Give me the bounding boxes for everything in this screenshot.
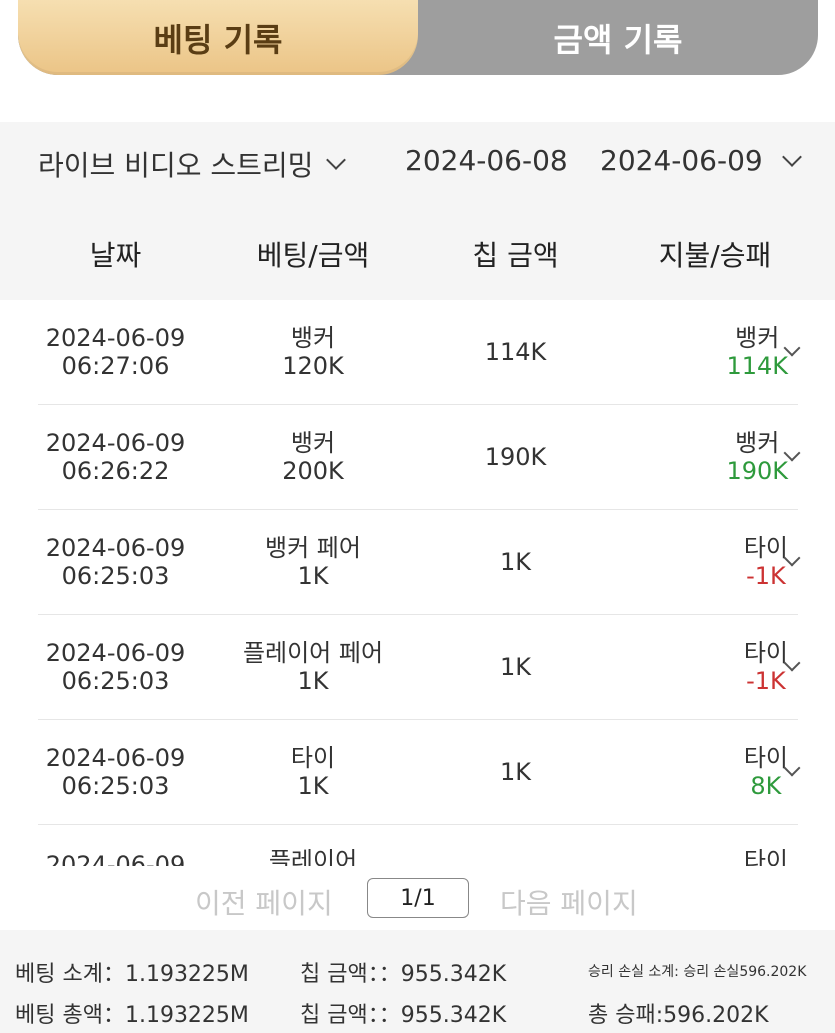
row-chip-amount: 1K: [499, 758, 531, 786]
row-chip-amount: 114K: [484, 338, 547, 366]
row-payout-cell: 타이: [638, 825, 788, 866]
table-row[interactable]: 2024-06-09 06:26:22 뱅커 200K 190K 뱅커 190K: [38, 405, 801, 510]
row-time: 06:25:03: [61, 667, 170, 695]
bet-total: 베팅 총액：1.193225M: [15, 1003, 249, 1028]
row-bet-type: 타이: [290, 744, 336, 772]
row-date-cell: 2024-06-09 06:25:03: [38, 510, 193, 614]
row-chip-amount: 190K: [484, 443, 547, 471]
column-header-date: 날짜: [89, 239, 142, 272]
row-bet-cell: 타이 1K: [218, 720, 408, 824]
tab-amount-history[interactable]: 금액 기록: [418, 0, 818, 75]
row-bet-cell: 플레이어 페어 1K: [218, 615, 408, 719]
row-result: 타이: [743, 847, 788, 866]
chevron-down-icon: [326, 150, 347, 170]
table-row[interactable]: 2024-06-09 06:25:03 뱅커 페어 1K 1K 타이 -1K: [38, 510, 801, 615]
game-select-label: 라이브 비디오 스트리밍: [38, 149, 314, 182]
row-date-cell: 2024-06-09 06:26:22: [38, 405, 193, 509]
row-time: 06:25:03: [61, 772, 170, 800]
tab-betting-history[interactable]: 베팅 기록: [18, 0, 418, 75]
row-bet-type: 플레이어: [268, 847, 358, 866]
summary-panel: 베팅 소계：1.193225M 칩 금액：：955.342K 승리 손실 소계:…: [0, 930, 835, 1033]
row-result: 타이: [743, 744, 788, 772]
row-bet-type: 뱅커 페어: [265, 534, 361, 562]
chip-total: 칩 금액：：955.342K: [300, 1003, 507, 1028]
row-date: 2024-06-09: [45, 851, 186, 866]
row-payout-cell: 타이 8K: [638, 720, 788, 824]
date-to-value: 2024-06-09: [600, 144, 763, 177]
row-payout: 190K: [726, 457, 788, 485]
row-result: 타이: [743, 639, 788, 667]
row-date-cell: 2024-06-09 06:25:03: [38, 720, 193, 824]
row-bet-amount: 200K: [282, 457, 344, 485]
chip-subtotal: 칩 금액：：955.342K: [300, 962, 507, 987]
game-select[interactable]: 라이브 비디오 스트리밍: [38, 144, 347, 184]
row-date: 2024-06-09: [45, 534, 186, 562]
row-result: 뱅커: [735, 324, 780, 352]
row-bet-type: 뱅커: [290, 324, 336, 352]
row-date: 2024-06-09: [45, 639, 186, 667]
row-bet-type: 뱅커: [290, 429, 336, 457]
filter-header-band: 라이브 비디오 스트리밍 2024-06-08 2024-06-09 날짜 베팅…: [0, 122, 835, 300]
row-date: 2024-06-09: [45, 744, 186, 772]
winloss-total: 총 승패:596.202K: [588, 1003, 769, 1028]
row-time: 06:27:06: [61, 352, 170, 380]
table-row[interactable]: 2024-06-09 06:25:03 타이 1K 1K 타이 8K: [38, 720, 801, 825]
row-bet-type: 플레이어 페어: [242, 639, 384, 667]
row-bet-cell: 뱅커 페어 1K: [218, 510, 408, 614]
row-time: 06:26:22: [61, 457, 170, 485]
row-result: 뱅커: [735, 429, 780, 457]
row-bet-amount: 120K: [282, 352, 344, 380]
row-bet-cell: 플레이어: [218, 825, 408, 866]
row-chip-cell: 1K: [438, 510, 593, 614]
row-date: 2024-06-09: [45, 429, 186, 457]
row-chip-amount: 1K: [499, 653, 531, 681]
row-bet-amount: 1K: [297, 562, 329, 590]
bet-subtotal: 베팅 소계：1.193225M: [15, 962, 249, 987]
row-payout: 114K: [726, 352, 788, 380]
row-result: 타이: [743, 534, 788, 562]
row-chip-cell: 1K: [438, 720, 593, 824]
chevron-down-icon: [781, 146, 802, 167]
row-bet-cell: 뱅커 200K: [218, 405, 408, 509]
row-chip-cell: 1K: [438, 615, 593, 719]
row-bet-amount: 1K: [297, 667, 329, 695]
date-from-field[interactable]: 2024-06-08: [405, 144, 568, 177]
row-chip-amount: 1K: [499, 548, 531, 576]
table-row[interactable]: 2024-06-09 06:27:06 뱅커 120K 114K 뱅커 114K: [38, 300, 801, 405]
table-row[interactable]: 2024-06-09 06:25:03 플레이어 페어 1K 1K 타이 -1K: [38, 615, 801, 720]
prev-page-button[interactable]: 이전 페이지: [195, 882, 333, 922]
row-date-cell: 2024-06-09: [38, 825, 193, 866]
row-time: 06:25:03: [61, 562, 170, 590]
tab-bar: 베팅 기록 금액 기록: [18, 0, 818, 75]
row-date-cell: 2024-06-09 06:27:06: [38, 300, 193, 404]
row-date-cell: 2024-06-09 06:25:03: [38, 615, 193, 719]
row-chip-cell: 190K: [438, 405, 593, 509]
row-payout: -1K: [746, 667, 786, 695]
column-header-bet-amount: 베팅/금액: [256, 239, 370, 272]
winloss-subtotal: 승리 손실 소계: 승리 손실596.202K: [588, 964, 807, 980]
row-chip-cell: 114K: [438, 300, 593, 404]
column-header-chip-amount: 칩 금액: [472, 239, 559, 272]
row-payout: -1K: [746, 562, 786, 590]
row-date: 2024-06-09: [45, 324, 186, 352]
page-indicator[interactable]: 1/1: [367, 878, 469, 918]
date-to-field[interactable]: 2024-06-09: [600, 144, 802, 177]
row-payout-cell: 뱅커 114K: [638, 300, 788, 404]
row-bet-cell: 뱅커 120K: [218, 300, 408, 404]
pagination: 이전 페이지 1/1 다음 페이지: [0, 878, 835, 922]
next-page-button[interactable]: 다음 페이지: [500, 882, 638, 922]
bet-history-list: 2024-06-09 06:27:06 뱅커 120K 114K 뱅커 114K…: [0, 300, 835, 866]
row-payout-cell: 타이 -1K: [638, 615, 788, 719]
date-from-value: 2024-06-08: [405, 144, 568, 177]
column-header-payout-result: 지불/승패: [658, 239, 772, 272]
table-row[interactable]: 2024-06-09 플레이어 타이: [38, 825, 798, 866]
row-payout-cell: 타이 -1K: [638, 510, 788, 614]
row-payout-cell: 뱅커 190K: [638, 405, 788, 509]
row-bet-amount: 1K: [297, 772, 329, 800]
row-payout: 8K: [750, 772, 782, 800]
